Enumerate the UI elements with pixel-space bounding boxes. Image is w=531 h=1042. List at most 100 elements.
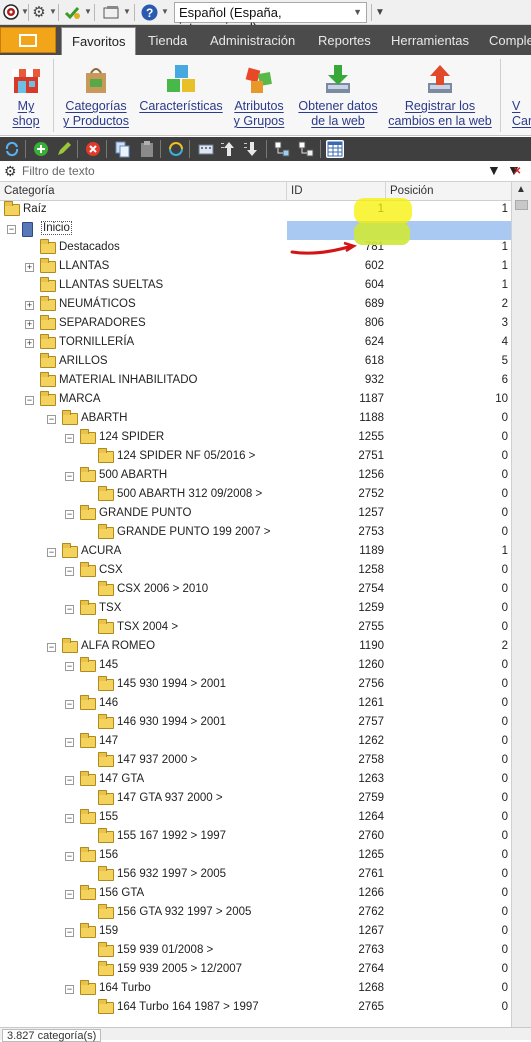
tab-reportes[interactable]: Reportes (318, 25, 371, 55)
expand-icon[interactable]: + (25, 339, 34, 348)
chevron-down-icon[interactable]: ▼ (161, 7, 169, 16)
tree-row[interactable]: − GRANDE PUNTO 1257 0 (0, 505, 511, 524)
register-web-changes-button[interactable]: Registrar los cambios en la web (386, 55, 494, 136)
gear-icon[interactable]: ⚙ (30, 3, 48, 21)
tree-row[interactable]: Destacados 781 1 (0, 239, 511, 258)
window-icon[interactable] (102, 3, 120, 21)
tab-complementos[interactable]: Comple (489, 25, 531, 55)
tree-row[interactable]: − ABARTH 1188 0 (0, 410, 511, 429)
tree-row[interactable]: + NEUMÁTICOS 689 2 (0, 296, 511, 315)
collapse-icon[interactable]: − (65, 662, 74, 671)
customize-toolbar-icon[interactable]: ▼ (374, 3, 386, 21)
tree-row[interactable]: − 145 1260 0 (0, 657, 511, 676)
tree-row[interactable]: − MARCA 1187 10 (0, 391, 511, 410)
tree-row[interactable]: − ALFA ROMEO 1190 2 (0, 638, 511, 657)
tree-row[interactable]: − 155 1264 0 (0, 809, 511, 828)
chevron-down-icon[interactable]: ▼ (84, 7, 92, 16)
language-select[interactable]: Español (España, internacional) ▼ (174, 2, 367, 35)
filter-icon[interactable]: ▼ (487, 162, 501, 178)
clear-filter-icon[interactable]: ▼ ✕ (507, 162, 521, 178)
collapse-icon[interactable]: − (65, 738, 74, 747)
tree-row[interactable]: − 147 GTA 1263 0 (0, 771, 511, 790)
collapse-icon[interactable]: − (65, 852, 74, 861)
tree-row[interactable]: MATERIAL INHABILITADO 932 6 (0, 372, 511, 391)
attributes-groups-button[interactable]: Atributos y Grupos (228, 55, 290, 136)
tree-row[interactable]: TSX 2004 > 2755 0 (0, 619, 511, 638)
tree-row[interactable]: 500 ABARTH 312 09/2008 > 2752 0 (0, 486, 511, 505)
expand-icon[interactable]: + (25, 301, 34, 310)
move-down-icon[interactable] (243, 140, 261, 158)
chevron-down-icon[interactable]: ▼ (49, 7, 57, 16)
app-logo-icon[interactable] (2, 3, 20, 21)
collapse-icon[interactable]: − (47, 415, 56, 424)
delete-icon[interactable] (84, 140, 102, 158)
column-category[interactable]: Categoría (0, 182, 287, 201)
app-menu-button[interactable] (0, 27, 56, 53)
expand-icon[interactable]: + (25, 320, 34, 329)
tree-row[interactable]: 164 Turbo 164 1987 > 1997 2765 0 (0, 999, 511, 1018)
tree-row[interactable]: 124 SPIDER NF 05/2016 > 2751 0 (0, 448, 511, 467)
scroll-up-icon[interactable]: ▲ (516, 184, 526, 195)
collapse-icon[interactable]: − (65, 814, 74, 823)
collapse-icon[interactable]: − (65, 472, 74, 481)
collapse-icon[interactable]: − (65, 434, 74, 443)
grid-view-icon[interactable] (326, 140, 344, 158)
tree-row[interactable]: + SEPARADORES 806 3 (0, 315, 511, 334)
edit-icon[interactable] (55, 140, 73, 158)
add-icon[interactable] (32, 140, 50, 158)
tree-row[interactable]: − 156 GTA 1266 0 (0, 885, 511, 904)
tab-favoritos[interactable]: Favoritos (61, 27, 137, 55)
expand-icon[interactable]: + (25, 263, 34, 272)
gear-icon[interactable]: ⚙ (4, 163, 17, 180)
tree-row[interactable]: ARILLOS 618 5 (0, 353, 511, 372)
tree-row[interactable]: 159 939 01/2008 > 2763 0 (0, 942, 511, 961)
help-icon[interactable]: ? (140, 3, 158, 21)
my-shop-button[interactable]: My shop (0, 55, 52, 136)
tree-row[interactable]: LLANTAS SUELTAS 604 1 (0, 277, 511, 296)
chevron-down-icon[interactable]: ▼ (123, 7, 131, 16)
tree-row[interactable]: 155 167 1992 > 1997 2760 0 (0, 828, 511, 847)
collapse-tree-icon[interactable] (297, 140, 315, 158)
vertical-scrollbar[interactable]: ▲ (511, 182, 531, 1027)
tree-row[interactable]: − 164 Turbo 1268 0 (0, 980, 511, 999)
sync-icon[interactable] (167, 140, 185, 158)
tree-row[interactable]: 156 GTA 932 1997 > 2005 2762 0 (0, 904, 511, 923)
scrollbar-thumb[interactable] (515, 200, 528, 210)
get-web-data-button[interactable]: Obtener datos de la web (294, 55, 382, 136)
tree-row[interactable]: + TORNILLERÍA 624 4 (0, 334, 511, 353)
paste-icon[interactable] (138, 140, 156, 158)
tree-row[interactable]: 156 932 1997 > 2005 2761 0 (0, 866, 511, 885)
tree-row[interactable]: − 147 1262 0 (0, 733, 511, 752)
keyboard-icon[interactable] (197, 140, 215, 158)
tree-row[interactable]: − 146 1261 0 (0, 695, 511, 714)
partial-ribbon-button[interactable]: V Car (506, 55, 531, 136)
check-refresh-icon[interactable] (64, 3, 82, 21)
tree-row[interactable]: 146 930 1994 > 2001 2757 0 (0, 714, 511, 733)
copy-icon[interactable] (113, 140, 131, 158)
collapse-icon[interactable]: − (47, 643, 56, 652)
categories-products-button[interactable]: Categorías y Productos (58, 55, 134, 136)
collapse-icon[interactable]: − (65, 928, 74, 937)
tree-row[interactable]: CSX 2006 > 2010 2754 0 (0, 581, 511, 600)
tree-row[interactable] (0, 1018, 511, 1027)
collapse-icon[interactable]: − (65, 890, 74, 899)
tree-row[interactable]: + LLANTAS 602 1 (0, 258, 511, 277)
collapse-icon[interactable]: − (65, 776, 74, 785)
text-filter-input[interactable]: Filtro de texto (22, 164, 95, 178)
tree-row[interactable]: − ACURA 1189 1 (0, 543, 511, 562)
collapse-icon[interactable]: − (65, 985, 74, 994)
collapse-icon[interactable]: − (25, 396, 34, 405)
tree-row[interactable]: − 159 1267 0 (0, 923, 511, 942)
tree-row[interactable]: − 124 SPIDER 1255 0 (0, 429, 511, 448)
characteristics-button[interactable]: Características (138, 55, 224, 136)
collapse-icon[interactable]: − (47, 548, 56, 557)
tree-row[interactable]: − TSX 1259 0 (0, 600, 511, 619)
tree-row[interactable]: 147 GTA 937 2000 > 2759 0 (0, 790, 511, 809)
tab-administracion[interactable]: Administración (210, 25, 295, 55)
tree-row[interactable]: GRANDE PUNTO 199 2007 > 2753 0 (0, 524, 511, 543)
collapse-icon[interactable]: − (65, 567, 74, 576)
collapse-icon[interactable]: − (65, 605, 74, 614)
move-up-icon[interactable] (220, 140, 238, 158)
tree-row[interactable]: Raíz11 (0, 201, 511, 220)
tree-row[interactable]: − CSX 1258 0 (0, 562, 511, 581)
